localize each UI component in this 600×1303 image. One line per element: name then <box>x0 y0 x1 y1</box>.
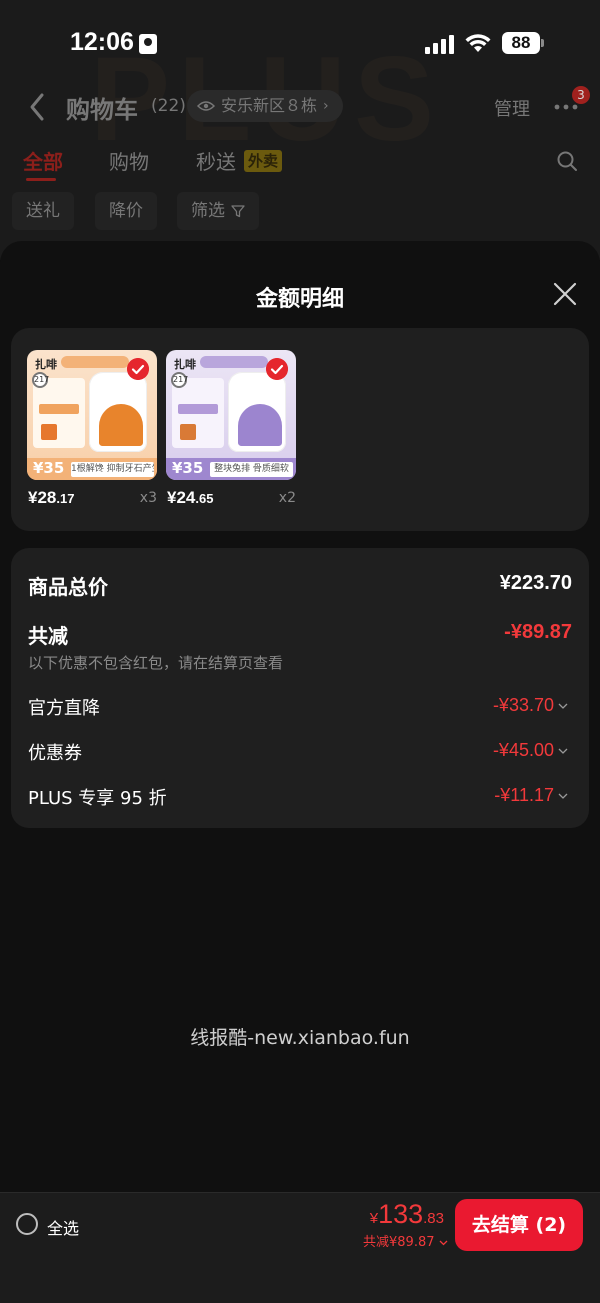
page-title: 购物车 <box>66 96 138 124</box>
discount-official-label: 官方直降 <box>28 698 100 719</box>
product-price-dec: .65 <box>195 491 214 506</box>
chevron-down-icon <box>558 793 568 799</box>
status-bar: 12:06 88 <box>0 28 600 62</box>
product-price-dec: .17 <box>56 491 75 506</box>
funnel-icon <box>231 205 245 218</box>
image-badge: 217 <box>171 372 188 388</box>
filter-bar: 送礼 降价 筛选 <box>0 192 600 230</box>
total-value: ¥223.70 <box>499 572 572 594</box>
chevron-down-icon <box>558 703 568 709</box>
image-banner <box>61 356 129 368</box>
image-desc: 整块兔排 骨质细软 <box>210 462 293 477</box>
amount-detail-card: 商品总价 ¥223.70 共减 -¥89.87 以下优惠不包含红包，请在结算页查… <box>11 548 589 828</box>
tab-bar: 全部 购物 秒送 外卖 <box>0 146 600 181</box>
background-page: PLUS 12:06 88 购物车 (22) 安乐新区８栋 › 管理 <box>0 0 600 260</box>
eye-icon <box>197 101 215 111</box>
image-info-card <box>172 378 224 448</box>
image-badge: 217 <box>32 372 49 388</box>
total-reduce-summary[interactable]: 共减¥89.87 <box>363 1231 448 1250</box>
filter-gift[interactable]: 送礼 <box>12 192 74 230</box>
product-qty: x2 <box>278 490 296 506</box>
image-price-strip: ¥35 1根解馋 抑制牙石产生 <box>27 458 157 480</box>
discount-official-amount: -¥33.70 <box>492 695 554 715</box>
checkout-button[interactable]: 去结算 (2) <box>455 1199 583 1251</box>
amount-detail-sheet: 金额明细 扎啡 217 ¥35 1根解馋 抑制牙石产生 ¥28.17 x3 扎啡… <box>0 241 600 1303</box>
total-currency: ¥ <box>369 1210 379 1227</box>
filter-button[interactable]: 筛选 <box>177 192 259 230</box>
tab-shopping[interactable]: 购物 <box>109 146 149 175</box>
sheet-title: 金额明细 <box>255 287 344 312</box>
more-icon[interactable] <box>554 104 578 110</box>
discount-coupon-label: 优惠券 <box>28 743 82 764</box>
image-banner <box>200 356 268 368</box>
product-image: 扎啡 217 ¥35 1根解馋 抑制牙石产生 <box>27 350 157 480</box>
product-price-int: ¥24 <box>167 488 196 507</box>
filter-price-drop[interactable]: 降价 <box>95 192 157 230</box>
close-icon[interactable] <box>552 281 578 307</box>
manage-button[interactable]: 管理 <box>494 95 530 121</box>
product-price: ¥28.17 <box>28 488 74 508</box>
image-desc: 1根解馋 抑制牙石产生 <box>71 462 154 477</box>
image-price-strip: ¥35 整块兔排 骨质细软 <box>166 458 296 480</box>
products-card: 扎啡 217 ¥35 1根解馋 抑制牙石产生 ¥28.17 x3 扎啡 217 … <box>11 328 589 531</box>
nav-bar: 购物车 (22) 安乐新区８栋 › 管理 3 <box>0 86 600 130</box>
product-image: 扎啡 217 ¥35 整块兔排 骨质细软 <box>166 350 296 480</box>
total-price-int: 133 <box>378 1199 424 1229</box>
status-time: 12:06 <box>70 28 134 56</box>
product-price: ¥24.65 <box>167 488 213 508</box>
total-reduce-text: 共减¥89.87 <box>363 1235 435 1250</box>
brand-logo: 扎啡 <box>174 358 196 371</box>
select-all-label[interactable]: 全选 <box>47 1215 79 1239</box>
brand-logo: 扎啡 <box>35 358 57 371</box>
cart-count: (22) <box>151 96 186 116</box>
product-qty: x3 <box>139 490 157 506</box>
product-bag-icon <box>89 372 147 452</box>
wifi-icon <box>465 34 491 52</box>
search-icon[interactable] <box>556 150 578 172</box>
tab-all[interactable]: 全部 <box>23 146 63 175</box>
address-label: 安乐新区８栋 <box>221 96 318 115</box>
discount-official-value[interactable]: -¥33.70 <box>493 695 568 716</box>
discount-coupon-amount: -¥45.00 <box>492 740 554 760</box>
battery-indicator: 88 <box>502 32 544 54</box>
discount-plus-label: PLUS 专享 95 折 <box>28 788 167 809</box>
checkout-bar: 全选 ¥133.83 共减¥89.87 去结算 (2) <box>0 1192 600 1303</box>
address-selector[interactable]: 安乐新区８栋 › <box>187 90 343 122</box>
filter-label: 筛选 <box>191 201 225 221</box>
takeout-tag: 外卖 <box>244 150 283 172</box>
product-item[interactable]: 扎啡 217 ¥35 整块兔排 骨质细软 ¥24.65 x2 <box>166 350 296 507</box>
discount-plus-value[interactable]: -¥11.17 <box>494 785 568 806</box>
reduce-value: -¥89.87 <box>504 621 572 643</box>
back-arrow-icon[interactable] <box>26 92 48 122</box>
watermark-text: 线报酷-new.xianbao.fun <box>190 1027 410 1049</box>
chevron-down-icon <box>439 1240 448 1246</box>
product-item[interactable]: 扎啡 217 ¥35 1根解馋 抑制牙石产生 ¥28.17 x3 <box>27 350 157 507</box>
total-label: 商品总价 <box>28 575 108 599</box>
chevron-down-icon <box>558 748 568 754</box>
product-bag-icon <box>228 372 286 452</box>
tab-active-indicator <box>26 178 56 181</box>
notification-badge: 3 <box>572 86 590 104</box>
tab-instant-delivery[interactable]: 秒送 <box>196 146 236 175</box>
image-info-card <box>33 378 85 448</box>
product-price-int: ¥28 <box>28 488 57 507</box>
contact-card-icon <box>139 34 157 54</box>
image-price: ¥35 <box>172 459 204 477</box>
total-price: ¥133.83 <box>362 1199 444 1230</box>
discount-plus-amount: -¥11.17 <box>494 785 554 805</box>
discount-coupon-value[interactable]: -¥45.00 <box>493 740 568 761</box>
signal-icon <box>425 34 455 54</box>
image-price: ¥35 <box>33 459 65 477</box>
checkmark-icon[interactable] <box>127 358 149 380</box>
reduce-label: 共减 <box>28 624 68 648</box>
chevron-right-icon: › <box>323 98 329 114</box>
total-price-dec: .83 <box>423 1210 444 1227</box>
filter-price-drop-label: 降价 <box>109 201 143 221</box>
filter-gift-label: 送礼 <box>26 201 60 221</box>
select-all-radio[interactable] <box>16 1213 38 1235</box>
total-price-text: ¥133.83 <box>369 1199 444 1229</box>
reduce-note: 以下优惠不包含红包，请在结算页查看 <box>28 654 284 672</box>
checkmark-icon[interactable] <box>266 358 288 380</box>
